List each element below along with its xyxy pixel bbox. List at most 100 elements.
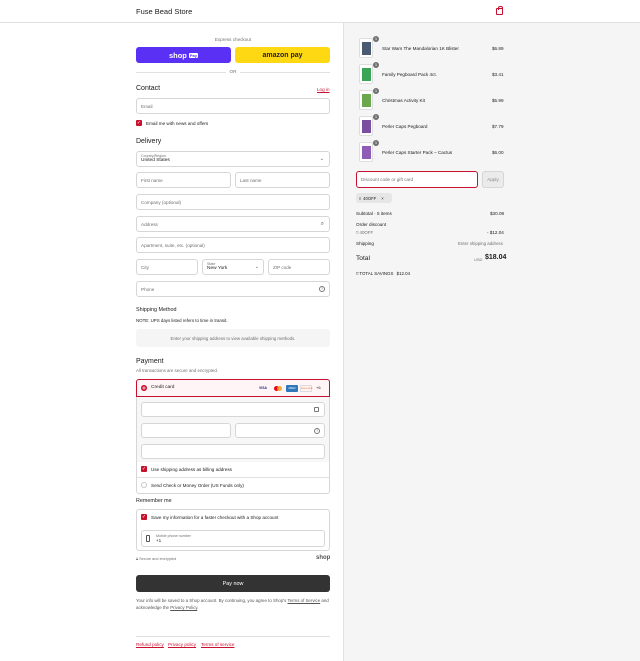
save-info-checkbox[interactable]: ✓: [141, 514, 147, 520]
card-number-field[interactable]: [141, 402, 325, 417]
order-summary-panel: [343, 23, 640, 661]
pay-now-label: Pay now: [222, 580, 244, 587]
close-icon[interactable]: ×: [381, 196, 383, 201]
shop-terms-link[interactable]: Terms of Service: [287, 598, 320, 603]
login-link[interactable]: Log in: [317, 87, 330, 92]
address-field[interactable]: Address ⌕: [136, 216, 330, 232]
applied-discount-tag: ⌑ 40OFF ×: [356, 193, 392, 203]
discover-icon: DISCOVER: [300, 385, 312, 392]
credit-card-radio[interactable]: [141, 385, 147, 391]
refund-policy-link[interactable]: Refund policy: [136, 642, 164, 647]
remember-title: Remember me: [136, 498, 172, 504]
cart-item-thumbnail: [359, 64, 373, 84]
save-info-label: Save my information for a faster checkou…: [151, 515, 279, 520]
city-field[interactable]: City: [136, 259, 198, 275]
cart-item-name: Star Wars The Mandalorian 1K Blister: [382, 46, 459, 51]
discount-code-field[interactable]: Discount code or gift card: [356, 171, 478, 188]
cart-item-name: Perler Caps Starter Pack – Cactus: [382, 150, 453, 155]
cart-item-price: $5.99: [492, 98, 504, 103]
terms-of-service-link[interactable]: Terms of service: [201, 642, 234, 647]
chevron-down-icon: ⌄: [254, 264, 259, 270]
savings-value: $12.04: [396, 271, 411, 276]
search-icon: ⌕: [320, 221, 324, 227]
discount-code: 40OFF: [359, 230, 374, 235]
last-name-field[interactable]: Last name: [235, 172, 330, 188]
name-on-card-field[interactable]: [141, 444, 325, 459]
email-field[interactable]: Email: [136, 98, 330, 114]
state-select[interactable]: State New York ⌄: [202, 259, 264, 275]
shop-pay-label: shop: [168, 50, 187, 60]
company-placeholder: Company (optional): [141, 199, 182, 205]
cart-bag-icon[interactable]: [496, 6, 503, 15]
product-image: [362, 146, 371, 159]
applied-code: 40OFF: [363, 195, 377, 201]
amex-icon: AMEX: [286, 385, 298, 392]
country-value: United States: [141, 158, 170, 163]
store-name[interactable]: Fuse Bead Store: [136, 7, 192, 16]
shop-pay-badge: Pay: [188, 52, 199, 58]
credit-card-option[interactable]: Credit card VISA AMEX DISCOVER +6: [136, 379, 330, 397]
cart-item-qty-badge: 1: [373, 36, 379, 42]
express-checkout-title: Express checkout: [214, 37, 252, 42]
use-shipping-label: Use shipping address as billing address: [151, 467, 232, 472]
check-money-order-label[interactable]: Send Check or Money Order (US Funds only…: [151, 483, 244, 488]
mastercard-icon: [272, 385, 284, 392]
shop-pay-button[interactable]: shop Pay: [136, 47, 231, 63]
newsletter-checkbox[interactable]: ✓: [136, 120, 142, 126]
expiry-field[interactable]: [141, 423, 231, 438]
or-divider-left: [136, 72, 226, 73]
total-label: Total: [356, 255, 370, 262]
phone-field[interactable]: Phone ?: [136, 281, 330, 297]
shipping-note: NOTE: UPS days listed refers to time in …: [136, 318, 228, 323]
header: Fuse Bead Store: [0, 0, 640, 23]
secure-text: 🔒︎ Secure and encrypted: [136, 557, 176, 561]
help-icon[interactable]: ?: [314, 428, 320, 434]
shipping-label: Shipping: [356, 241, 374, 246]
address-placeholder: Address: [141, 221, 158, 227]
legal-text-before: Your info will be saved to a Shop accoun…: [136, 598, 287, 603]
cart-item-thumbnail: [359, 116, 373, 136]
cart-item-qty-badge: 1: [373, 88, 379, 94]
payment-title: Payment: [136, 358, 164, 365]
cart-item-qty-badge: 1: [373, 62, 379, 68]
order-discount-label: Order discount: [356, 222, 387, 227]
amazon-pay-label: amazon pay: [262, 51, 303, 59]
currency-label: USD: [474, 257, 483, 262]
footer-divider: [136, 636, 330, 637]
first-name-field[interactable]: First name: [136, 172, 231, 188]
shipping-placeholder-box: Enter your shipping address to view avai…: [136, 329, 330, 347]
shipping-method-title: Shipping Method: [136, 307, 177, 313]
cart-item-price: $7.79: [492, 124, 504, 129]
product-image: [362, 120, 371, 133]
company-field[interactable]: Company (optional): [136, 194, 330, 210]
first-name-placeholder: First name: [141, 177, 163, 183]
product-image: [362, 68, 371, 81]
country-select[interactable]: Country/Region United States ⌄: [136, 151, 330, 167]
check-money-order-radio[interactable]: [141, 482, 147, 488]
apartment-field[interactable]: Apartment, suite, etc. (optional): [136, 237, 330, 253]
use-shipping-checkbox[interactable]: ✓: [141, 466, 147, 472]
discount-code-row: ⌑ 40OFF: [356, 230, 373, 236]
shop-logo: shop: [316, 555, 331, 561]
pay-now-button[interactable]: Pay now: [136, 575, 330, 592]
cart-item-price: $3.41: [492, 72, 504, 77]
cart-item-price: $6.89: [492, 46, 504, 51]
mobile-phone-field[interactable]: Mobile phone number +1: [141, 530, 325, 547]
shop-privacy-link[interactable]: Privacy Policy: [170, 605, 197, 610]
lock-icon: [314, 407, 319, 412]
payment-subtitle: All transactions are secure and encrypte…: [136, 368, 219, 373]
zip-field[interactable]: ZIP code: [268, 259, 330, 275]
amazon-pay-button[interactable]: amazon pay: [235, 47, 330, 63]
privacy-policy-link[interactable]: Privacy policy: [168, 642, 196, 647]
cart-item-price: $6.00: [492, 150, 504, 155]
tag-icon: ⌑: [356, 230, 359, 235]
shipping-value: Enter shipping address: [458, 241, 503, 246]
phone-placeholder: Phone: [141, 286, 155, 292]
contact-title: Contact: [136, 85, 161, 92]
apply-label: Apply: [487, 177, 499, 182]
apply-button[interactable]: Apply: [482, 171, 504, 188]
legal-text-end: .: [197, 605, 199, 610]
help-icon[interactable]: ?: [319, 286, 325, 292]
security-code-field[interactable]: ?: [235, 423, 325, 438]
mobile-phone-value: +1: [156, 538, 162, 543]
